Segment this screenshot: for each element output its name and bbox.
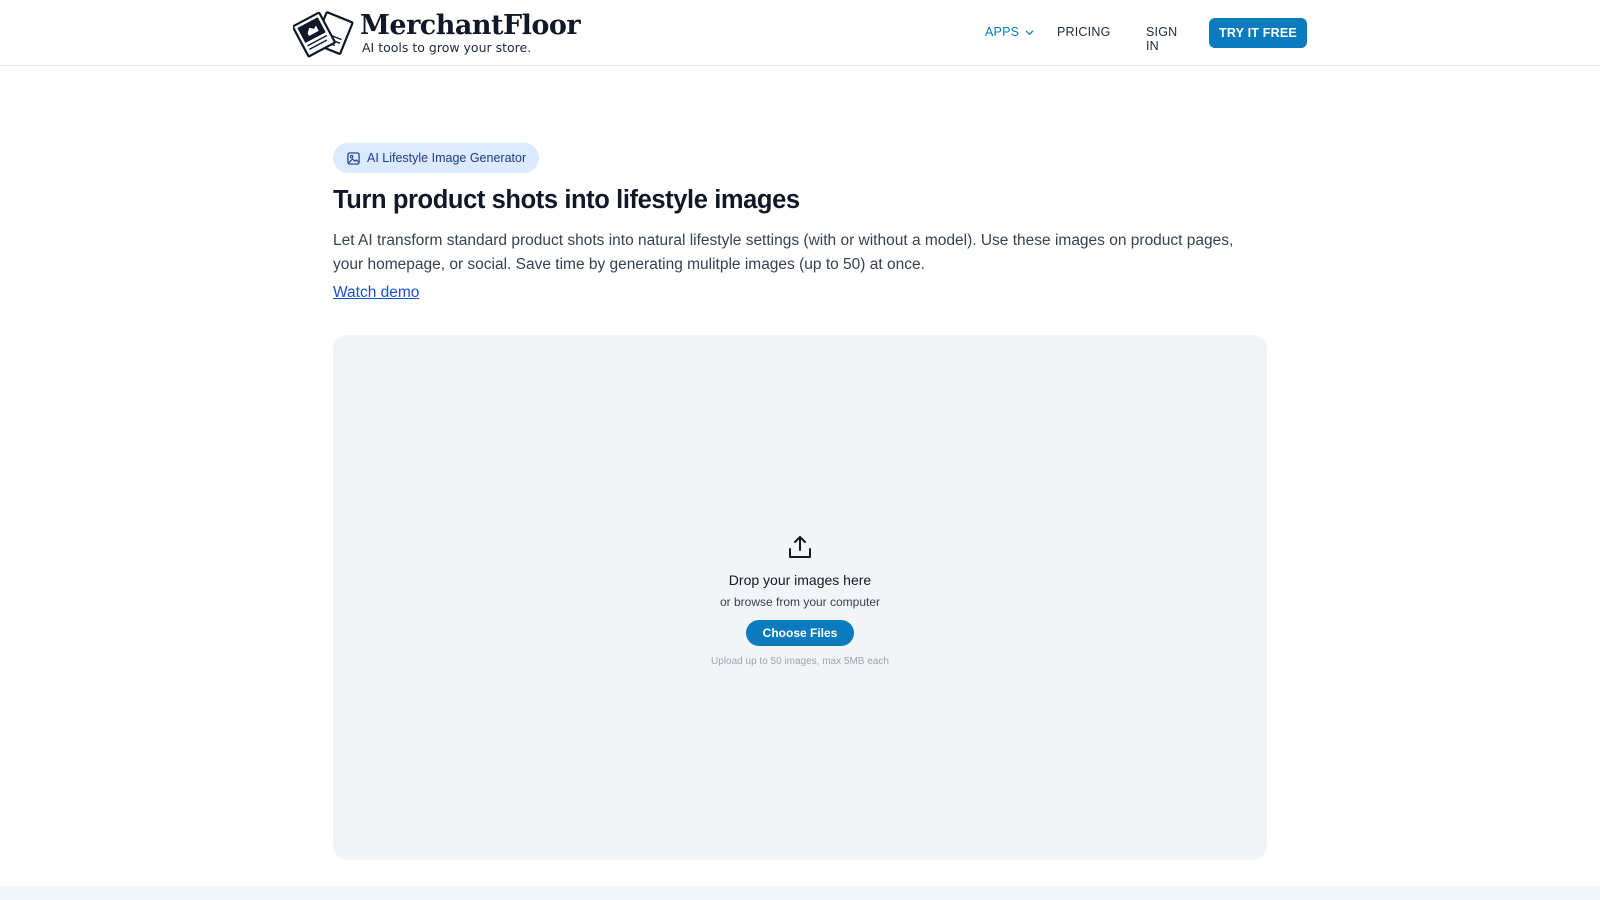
choose-files-button[interactable]: Choose Files — [746, 620, 854, 646]
main-content: AI Lifestyle Image Generator Turn produc… — [333, 143, 1267, 302]
dropzone-content: Drop your images here or browse from you… — [333, 534, 1267, 667]
try-it-free-button[interactable]: TRY IT FREE — [1209, 18, 1307, 48]
top-navbar: MerchantFloor AI tools to grow your stor… — [0, 0, 1600, 66]
dropzone-subtitle: or browse from your computer — [719, 595, 881, 609]
upload-icon — [789, 536, 811, 558]
brand-name: MerchantFloor — [360, 9, 581, 41]
page-title: Turn product shots into lifestyle images — [333, 186, 800, 214]
footer-band — [0, 886, 1600, 900]
upload-limits-hint: Upload up to 50 images, max 5MB each — [711, 656, 889, 667]
watch-demo-link[interactable]: Watch demo — [333, 284, 419, 302]
nav-signin-link[interactable]: SIGN IN — [1146, 25, 1177, 53]
image-dropzone[interactable]: Drop your images here or browse from you… — [333, 335, 1267, 860]
dropzone-title: Drop your images here — [728, 572, 872, 588]
tool-badge: AI Lifestyle Image Generator — [333, 143, 540, 173]
nav-apps-dropdown[interactable]: APPS — [985, 25, 1034, 39]
brand-tagline: AI tools to grow your store. — [362, 39, 532, 55]
logo-link[interactable]: MerchantFloor AI tools to grow your stor… — [293, 8, 581, 58]
tool-badge-label: AI Lifestyle Image Generator — [367, 151, 527, 165]
nav-pricing-link[interactable]: PRICING — [1057, 25, 1111, 39]
page-description: Let AI transform standard product shots … — [333, 232, 1234, 273]
chevron-down-icon — [1025, 30, 1034, 35]
nav-apps-label: APPS — [985, 25, 1020, 39]
logo-text: MerchantFloor AI tools to grow your stor… — [360, 9, 581, 55]
image-icon — [347, 151, 360, 165]
photo-stack-logo-icon — [293, 11, 354, 58]
